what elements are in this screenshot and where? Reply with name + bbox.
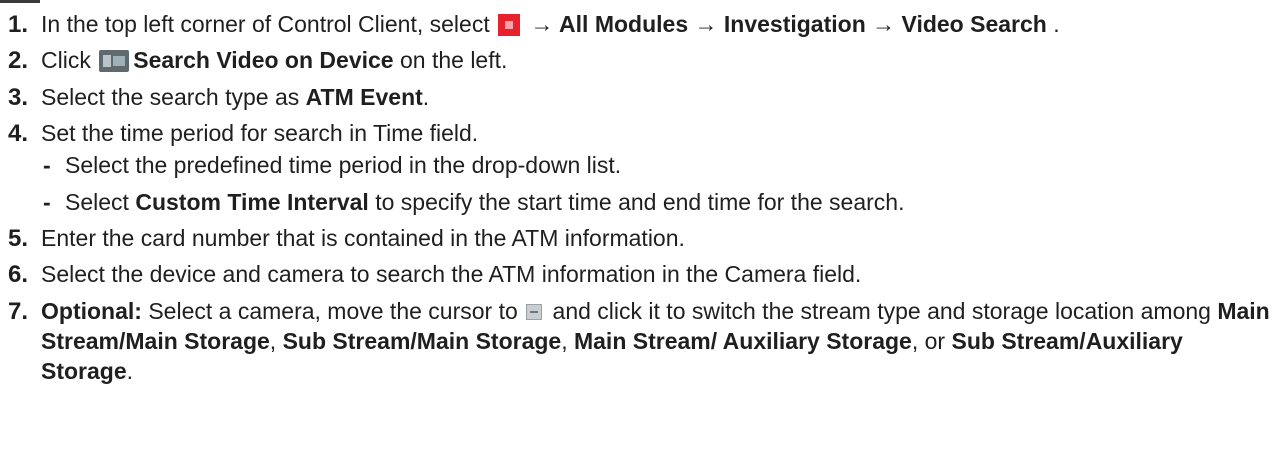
step-4: 4. Set the time period for search in Tim…	[8, 118, 1278, 216]
step-text: .	[422, 83, 430, 110]
document-page: 1. In the top left corner of Control Cli…	[0, 0, 1284, 470]
step-text: Select the device and camera to search t…	[41, 261, 862, 288]
step-text: ,	[269, 327, 283, 354]
step-number: 4.	[8, 120, 29, 148]
sub-text: Select	[65, 188, 136, 215]
optional-label: Optional:	[41, 297, 142, 324]
step-list: 1. In the top left corner of Control Cli…	[8, 9, 1278, 392]
step-text: and click it to switch the stream type a…	[546, 297, 1218, 324]
step-text: Click	[41, 47, 98, 74]
step-number: 1.	[8, 11, 29, 38]
sub-text: Select the predefined time period in the…	[65, 152, 622, 179]
sub-list: - Select the predefined time period in t…	[41, 150, 1278, 216]
step-text: .	[1046, 11, 1060, 37]
step-6: 6. Select the device and camera to searc…	[8, 259, 1278, 289]
bullet-dash: -	[43, 188, 51, 215]
step-number: 6.	[8, 261, 29, 289]
step-bold-text: Main Stream/ Auxiliary Storage	[573, 327, 912, 354]
step-bold-text: → All Modules → Investigation → Video Se…	[524, 11, 1047, 37]
sub-item: - Select Custom Time Interval to specify…	[41, 187, 1278, 217]
step-3: 3. Select the search type as ATM Event.	[8, 82, 1278, 112]
step-text: Set the time period for search in Time f…	[41, 120, 479, 147]
step-2: 2. Click Search Video on Device on the l…	[8, 45, 1278, 75]
step-5: 5. Enter the card number that is contain…	[8, 223, 1278, 253]
step-number: 5.	[8, 224, 29, 252]
step-text: on the left.	[393, 47, 508, 74]
step-text: Select the search type as	[41, 83, 306, 110]
step-number: 3.	[8, 83, 29, 111]
step-number: 2.	[8, 47, 29, 75]
step-text: , or	[911, 327, 952, 354]
step-1: 1. In the top left corner of Control Cli…	[8, 9, 1278, 39]
page-edge-mark	[0, 0, 40, 3]
step-text: Select a camera, move the cursor to	[141, 297, 525, 324]
step-text: ,	[561, 327, 574, 354]
bullet-dash: -	[43, 152, 51, 179]
step-text: Enter the card number that is contained …	[41, 224, 685, 251]
step-bold-text: Search Video on Device	[133, 47, 394, 74]
step-7: 7. Optional: Select a camera, move the c…	[8, 296, 1278, 386]
sub-item: - Select the predefined time period in t…	[41, 150, 1278, 180]
step-text: In the top left corner of Control Client…	[41, 11, 497, 37]
step-number: 7.	[8, 297, 29, 325]
sub-text: to specify the start time and end time f…	[368, 188, 905, 215]
stream-switch-icon	[526, 303, 543, 320]
sub-bold-text: Custom Time Interval	[135, 188, 369, 215]
step-text: .	[126, 357, 134, 384]
modules-menu-icon	[498, 14, 521, 36]
device-search-icon	[99, 50, 130, 73]
step-bold-text: ATM Event	[305, 83, 423, 110]
step-bold-text: Sub Stream/Main Storage	[282, 327, 562, 354]
